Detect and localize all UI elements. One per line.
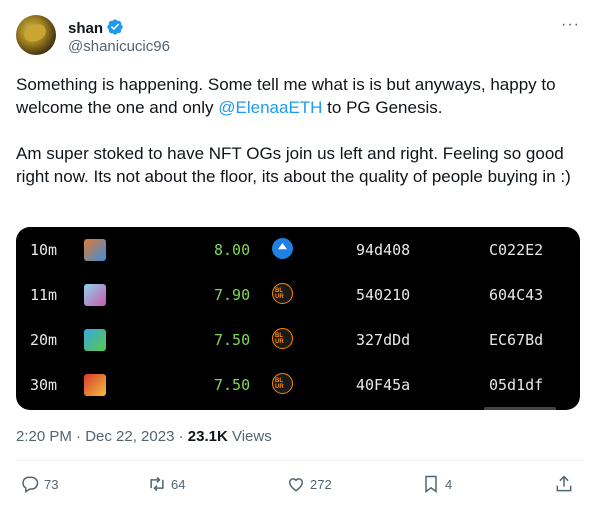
sale-time: 20m [30,331,58,349]
sale-price: 7.90 [214,286,251,304]
repost-button[interactable]: 64 [147,474,185,494]
sale-row: 20m 7.50 327dDd EC67Bd [16,317,580,363]
author-handle[interactable]: @shanicucic96 [68,38,170,55]
media-scroll-indicator [484,407,556,410]
reply-count: 73 [44,476,59,492]
bookmark-icon [425,475,437,493]
author-name[interactable]: shan [68,18,124,40]
sale-price: 8.00 [214,241,251,259]
sale-row: 30m 7.50 40F45a 05d1df [16,362,580,408]
views-count[interactable]: 23.1K [188,428,228,445]
share-button[interactable] [554,474,574,494]
like-button[interactable]: 272 [286,474,332,494]
nft-thumbnail [84,284,106,306]
sale-row: 11m 7.90 540210 604C43 [16,272,580,318]
sale-time: 30m [30,376,58,394]
avatar[interactable] [16,15,56,55]
blur-icon [272,283,293,304]
views-label: Views [227,428,272,445]
mention-link[interactable]: @ElenaaETH [218,98,322,117]
nft-thumbnail [84,329,106,351]
sale-time: 11m [30,286,58,304]
tweet-header: shan @shanicucic96 ··· [16,12,584,60]
seller-address: 327dDd [356,331,411,349]
sale-price: 7.50 [214,331,251,349]
sale-price: 7.50 [214,376,251,394]
bookmark-count: 4 [445,476,453,492]
tweet-text: Something is happening. Some tell me wha… [16,73,584,188]
blur-icon [272,373,293,394]
repost-count: 64 [171,476,186,492]
divider [16,460,584,461]
tweet-paragraph-1: Something is happening. Some tell me wha… [16,73,584,119]
like-count: 272 [310,476,332,492]
nft-thumbnail [84,374,106,396]
seller-address: 540210 [356,286,411,304]
bookmark-button[interactable]: 4 [421,474,452,494]
buyer-address: 05d1df [489,376,544,394]
tweet-text-post: to PG Genesis. [322,98,443,117]
seller-address: 40F45a [356,376,411,394]
author-name-text[interactable]: shan [68,20,103,37]
tweet-meta: 2:20 PM · Dec 22, 2023 · 23.1K Views [16,428,272,445]
verified-badge-icon[interactable] [106,18,124,40]
buyer-address: 604C43 [489,286,544,304]
buyer-address: EC67Bd [489,331,544,349]
reply-button[interactable]: 73 [20,474,58,494]
action-bar: 73 64 272 4 [16,474,584,500]
reply-icon [22,476,39,493]
sale-time: 10m [30,241,58,259]
more-options-icon[interactable]: ··· [561,16,580,34]
sale-row: 10m 8.00 94d408 C022E2 [16,227,580,273]
timestamp[interactable]: 2:20 PM · Dec 22, 2023 · [16,428,188,445]
heart-icon [288,478,304,492]
buyer-address: C022E2 [489,241,544,259]
tweet-paragraph-2: Am super stoked to have NFT OGs join us … [16,144,571,186]
nft-thumbnail [84,239,106,261]
share-icon [556,475,572,492]
seller-address: 94d408 [356,241,411,259]
repost-icon [150,476,164,492]
opensea-icon [272,238,293,259]
media-image[interactable]: 10m 8.00 94d408 C022E2 11m 7.90 540210 6… [16,227,580,410]
blur-icon [272,328,293,349]
